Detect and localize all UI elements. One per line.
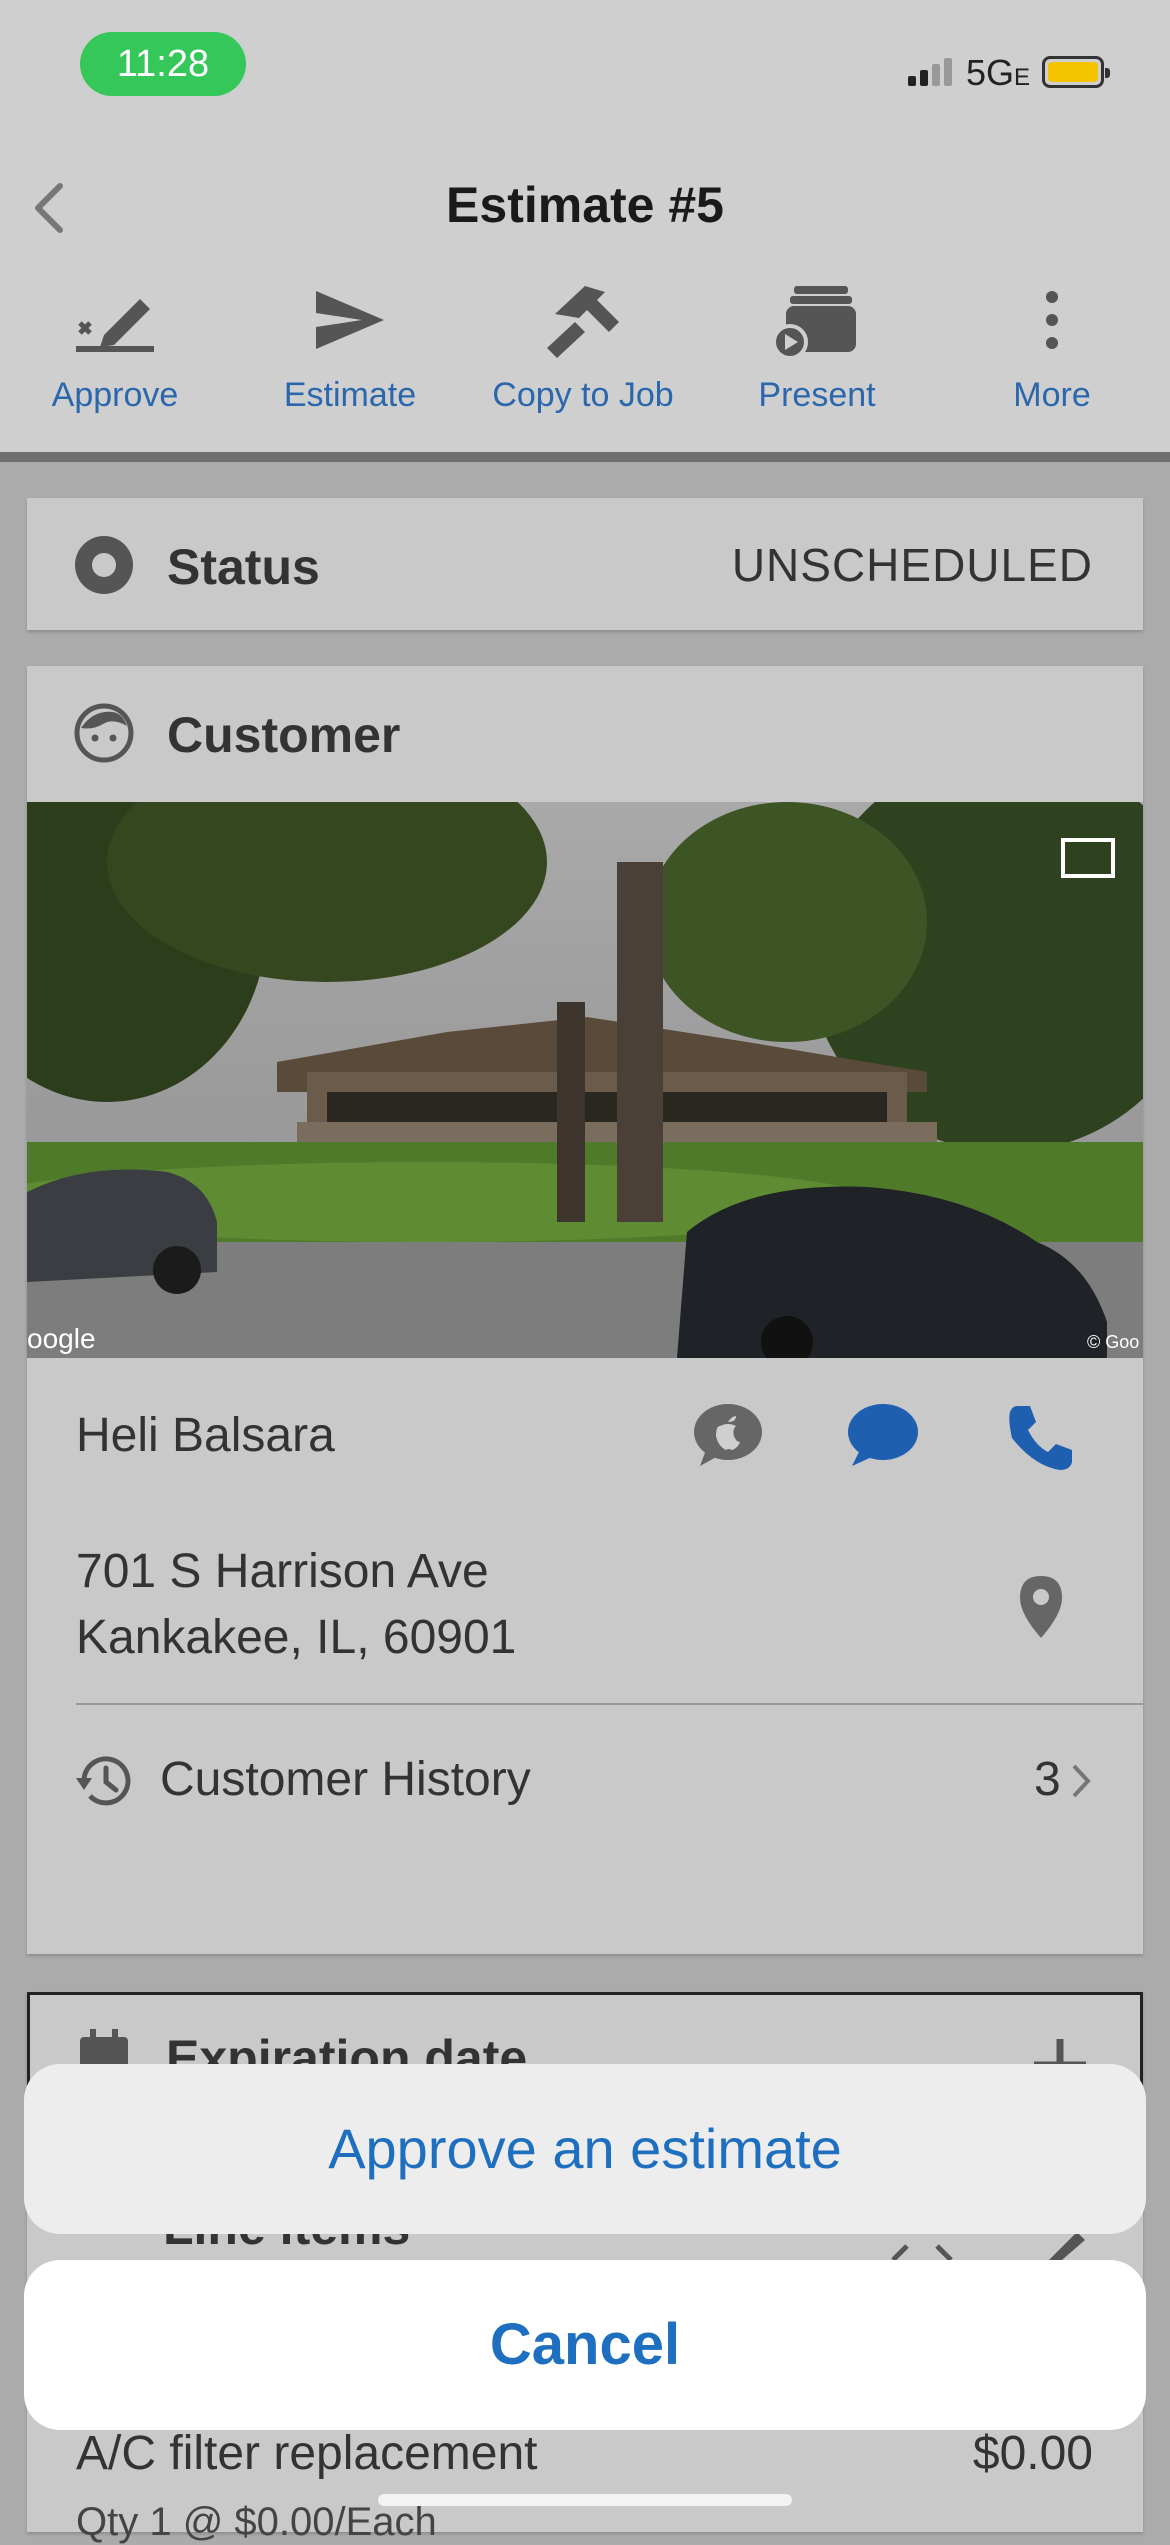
address-line-2: Kankakee, IL, 60901 xyxy=(76,1611,517,1664)
estimate-label: Estimate xyxy=(283,376,417,414)
network-label: 5G xyxy=(966,52,1015,93)
signal-icon xyxy=(908,58,956,86)
hammer-icon xyxy=(473,280,693,360)
phone-icon xyxy=(1009,1406,1072,1470)
customer-name: Heli Balsara xyxy=(76,1409,335,1462)
imessage-icon xyxy=(694,1404,762,1466)
estimate-button[interactable]: Estimate xyxy=(240,280,460,415)
send-icon xyxy=(240,280,460,360)
page-title: Estimate #5 xyxy=(446,177,724,233)
street-view-image[interactable]: oogle © Goo xyxy=(27,802,1143,1358)
location-pin-icon xyxy=(1020,1576,1062,1638)
map-credit-left: oogle xyxy=(27,1323,96,1354)
network-suffix: E xyxy=(1014,64,1031,91)
sms-button[interactable] xyxy=(846,1400,920,1472)
home-indicator[interactable] xyxy=(378,2494,792,2506)
copy-to-job-label: Copy to Job xyxy=(492,376,674,414)
approve-label: Approve xyxy=(51,376,179,414)
present-label: Present xyxy=(758,376,876,414)
more-label: More xyxy=(1013,376,1091,414)
map-pin-button[interactable] xyxy=(1016,1574,1066,1640)
approve-button[interactable]: Approve xyxy=(5,280,225,415)
status-icon xyxy=(75,536,133,594)
history-count: 3 xyxy=(1034,1753,1061,1806)
present-icon xyxy=(707,280,927,360)
imessage-button[interactable] xyxy=(692,1400,764,1472)
battery-icon xyxy=(1042,56,1110,88)
customer-face-icon xyxy=(74,703,134,763)
copy-to-job-button[interactable]: Copy to Job xyxy=(473,280,693,415)
address-line-1: 701 S Harrison Ave xyxy=(76,1545,489,1598)
cancel-button[interactable]: Cancel xyxy=(24,2260,1146,2430)
line-item-name: A/C filter replacement xyxy=(76,2427,538,2480)
call-button[interactable] xyxy=(1004,1400,1076,1472)
status-time: 11:28 xyxy=(80,32,246,96)
present-button[interactable]: Present xyxy=(707,280,927,415)
network-indicator: 5GE xyxy=(966,52,1030,94)
line-item-price: $0.00 xyxy=(972,2427,1093,2480)
chat-bubble-icon xyxy=(848,1404,918,1466)
approve-estimate-button[interactable]: Approve an estimate xyxy=(24,2064,1146,2234)
address-divider xyxy=(76,1703,1143,1705)
status-title: Status xyxy=(167,539,320,595)
header-divider xyxy=(0,452,1170,462)
customer-history-label: Customer History xyxy=(160,1753,531,1806)
customer-title: Customer xyxy=(167,707,401,763)
more-vertical-icon xyxy=(942,280,1162,360)
status-card: Status UNSCHEDULED xyxy=(27,498,1143,630)
chevron-right-icon xyxy=(1072,1764,1091,1798)
more-button[interactable]: More xyxy=(942,280,1162,415)
approve-icon xyxy=(5,280,225,360)
history-icon xyxy=(74,1750,136,1812)
map-credit-right: © Goo xyxy=(1087,1332,1139,1352)
line-item-detail: Qty 1 @ $0.00/Each xyxy=(76,2500,437,2544)
status-value: UNSCHEDULED xyxy=(731,539,1093,591)
